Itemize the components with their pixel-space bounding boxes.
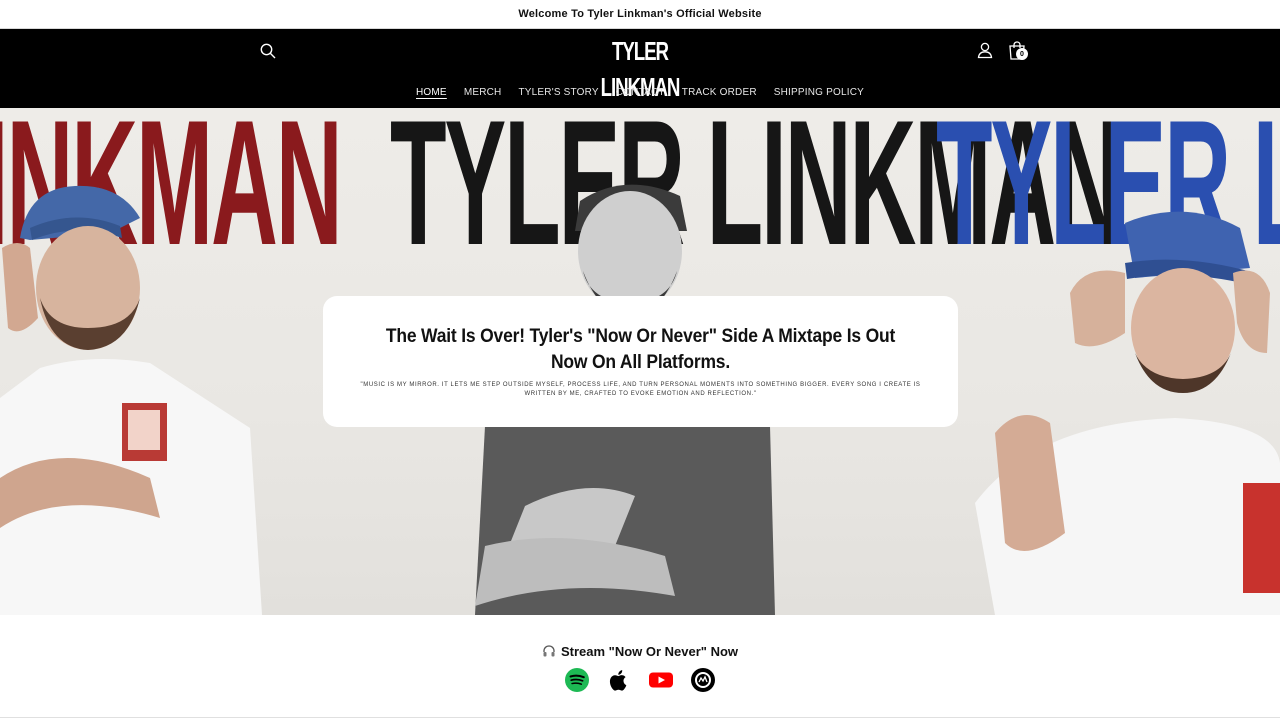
- announcement-bar: Welcome To Tyler Linkman's Official Webs…: [0, 0, 1280, 29]
- announcement-text: Welcome To Tyler Linkman's Official Webs…: [518, 8, 762, 20]
- cart-count-badge[interactable]: 0: [1016, 48, 1028, 60]
- nav-contact[interactable]: CONTACT: [616, 86, 665, 100]
- main-nav: HOME MERCH TYLER'S STORY CONTACT TRACK O…: [0, 86, 1280, 100]
- site-header: TYLER LINKMAN 0 HOME MERCH TYLER'S STORY…: [0, 29, 1280, 108]
- nav-track-order[interactable]: TRACK ORDER: [682, 86, 757, 100]
- photo-left-person: [0, 185, 262, 615]
- spotify-icon[interactable]: [564, 667, 590, 693]
- hero-banner: R LINKMAN TYLER LINKMAN TYLER LINK The: [0, 108, 1280, 615]
- audiomack-icon[interactable]: [690, 667, 716, 693]
- hero-title: The Wait Is Over! Tyler's "Now Or Never"…: [385, 326, 896, 373]
- page-divider: [0, 717, 1280, 718]
- platform-links: [0, 667, 1280, 695]
- photo-right-person: [975, 211, 1280, 615]
- apple-icon[interactable]: [606, 667, 632, 693]
- account-icon[interactable]: [976, 41, 994, 59]
- stream-heading: Stream "Now Or Never" Now: [0, 642, 1280, 660]
- nav-shipping-policy[interactable]: SHIPPING POLICY: [774, 86, 864, 100]
- youtube-icon[interactable]: [648, 667, 674, 693]
- hero-quote: "Music is my mirror. It lets me step out…: [360, 382, 921, 397]
- search-icon[interactable]: [259, 42, 277, 60]
- nav-merch[interactable]: MERCH: [464, 86, 502, 100]
- site-logo[interactable]: TYLER LINKMAN: [582, 33, 697, 102]
- headphones-icon: [543, 645, 555, 657]
- announcement-card: The Wait Is Over! Tyler's "Now Or Never"…: [323, 296, 958, 427]
- nav-tylers-story[interactable]: TYLER'S STORY: [518, 86, 598, 100]
- nav-home[interactable]: HOME: [416, 86, 447, 100]
- stream-label: Stream "Now Or Never" Now: [560, 643, 739, 659]
